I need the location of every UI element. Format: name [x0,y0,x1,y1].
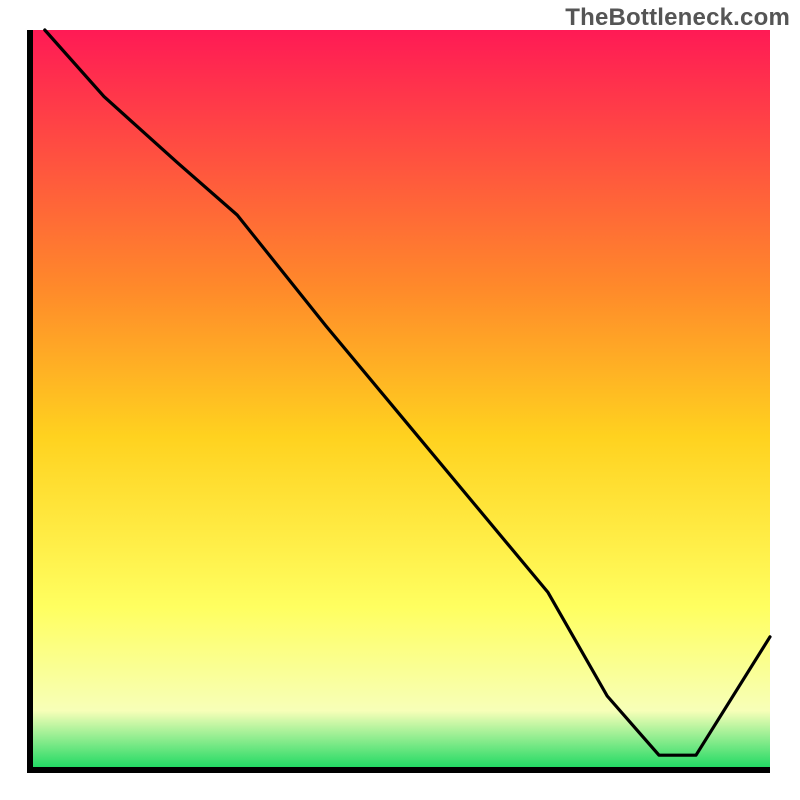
plot-background [30,30,770,770]
chart-svg [0,0,800,800]
chart-container: TheBottleneck.com [0,0,800,800]
